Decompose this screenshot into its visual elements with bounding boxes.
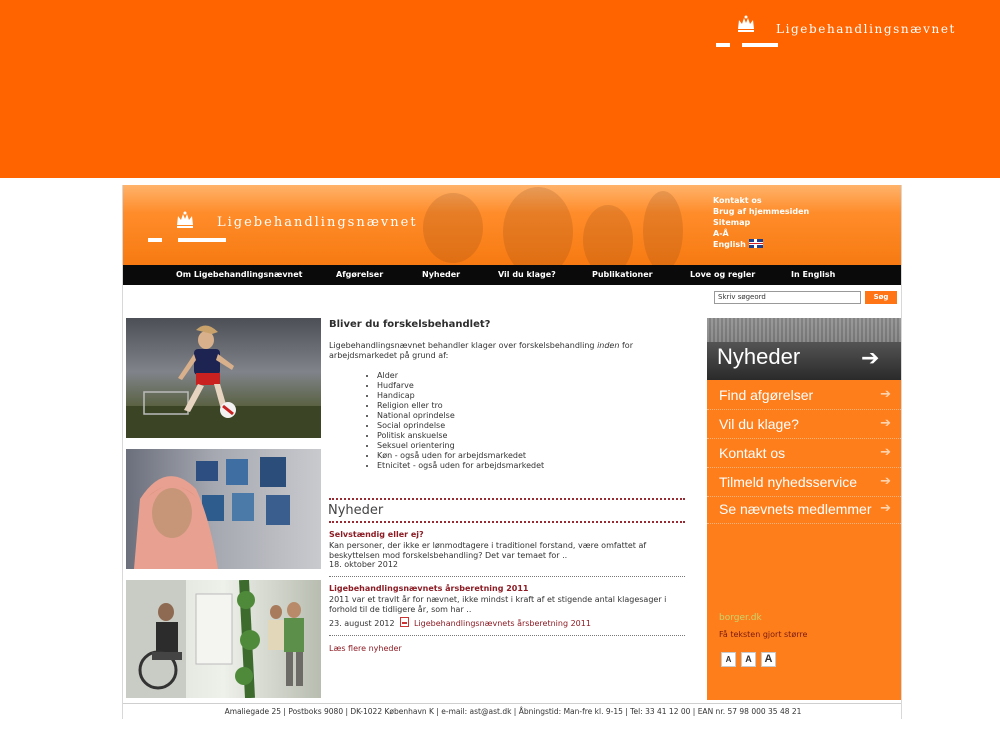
sidebar-link-members[interactable]: Se nævnets medlemmer ➔ <box>707 496 901 524</box>
photo-office-wheelchair <box>126 580 321 698</box>
list-item: Alder <box>377 371 544 381</box>
nav-english[interactable]: In English <box>791 270 835 279</box>
util-link-english[interactable]: English <box>713 239 809 250</box>
news-banner[interactable]: Nyheder ➔ <box>707 318 901 380</box>
arrow-right-icon: ➔ <box>880 387 891 402</box>
search-input[interactable]: Skriv søgeord <box>714 291 861 304</box>
more-news-link[interactable]: Læs flere nyheder <box>329 644 402 653</box>
list-item: Seksuel orientering <box>377 441 544 451</box>
util-link-english-label: English <box>713 240 746 249</box>
news-item-text: Kan personer, der ikke er lønmodtagere i… <box>329 541 647 560</box>
intro-text-emphasis: inden <box>597 341 620 350</box>
text-size-medium-button[interactable]: A <box>741 652 756 667</box>
list-item: Social oprindelse <box>377 421 544 431</box>
list-item: Religion eller tro <box>377 401 544 411</box>
nav-about[interactable]: Om Ligebehandlingsnævnet <box>176 270 303 279</box>
intro-text: Ligebehandlingsnævnet behandler klager o… <box>329 341 674 361</box>
sidebar-link-label: Tilmeld nyhedsservice <box>719 474 857 490</box>
divider <box>329 498 685 500</box>
intro-heading: Bliver du forskelsbehandlet? <box>329 319 491 330</box>
nav-decisions[interactable]: Afgørelser <box>336 270 383 279</box>
news-banner-label: Nyheder <box>717 344 801 369</box>
news-item-text: 2011 var et travlt år for nævnet, ikke m… <box>329 595 667 614</box>
brand-bars <box>148 238 228 242</box>
list-item: National oprindelse <box>377 411 544 421</box>
sidebar-link-label: Se nævnets medlemmer <box>719 501 872 517</box>
sidebar-link-complain[interactable]: Vil du klage? ➔ <box>707 411 901 439</box>
pdf-icon <box>400 617 409 627</box>
uk-flag-icon <box>748 239 763 248</box>
site-footer: Amaliegade 25 | Postboks 9080 | DK-1022 … <box>123 703 901 719</box>
arrow-right-icon: ➔ <box>861 346 880 371</box>
sidebar: Nyheder ➔ Find afgørelser ➔ Vil du klage… <box>707 318 901 700</box>
borger-dk-link[interactable]: borger.dk <box>719 613 762 623</box>
arrow-right-icon: ➔ <box>880 474 891 489</box>
crown-icon <box>736 15 756 33</box>
arrow-right-icon: ➔ <box>880 416 891 431</box>
website-screenshot: Ligebehandlingsnævnet Kontakt os Brug af… <box>122 185 902 719</box>
nav-publications[interactable]: Publikationer <box>592 270 653 279</box>
util-link-usage[interactable]: Brug af hjemmesiden <box>713 206 809 217</box>
intro-text-part-1: Ligebehandlingsnævnet behandler klager o… <box>329 341 598 350</box>
divider <box>329 635 685 636</box>
brand-title: Ligebehandlingsnævnet <box>776 22 956 36</box>
site-header: Ligebehandlingsnævnet Kontakt os Brug af… <box>123 185 901 265</box>
news-item-date: 18. oktober 2012 <box>329 560 399 569</box>
main-navigation: Om Ligebehandlingsnævnet Afgørelser Nyhe… <box>123 265 901 285</box>
list-item: Handicap <box>377 391 544 401</box>
util-link-a-z[interactable]: A-Å <box>713 228 809 239</box>
sidebar-link-label: Find afgørelser <box>719 387 814 403</box>
divider <box>329 521 685 523</box>
site-brand-title[interactable]: Ligebehandlingsnævnet <box>217 215 418 230</box>
text-size-small-button[interactable]: A <box>721 652 736 667</box>
util-link-contact[interactable]: Kontakt os <box>713 195 809 206</box>
sidebar-link-contact[interactable]: Kontakt os ➔ <box>707 440 901 468</box>
list-item: Køn - også uden for arbejdsmarkedet <box>377 451 544 461</box>
list-item: Hudfarve <box>377 381 544 391</box>
sidebar-link-newsletter[interactable]: Tilmeld nyhedsservice ➔ <box>707 469 901 497</box>
nav-complain[interactable]: Vil du klage? <box>498 270 556 279</box>
photo-soccer-player <box>126 318 321 438</box>
nav-news[interactable]: Nyheder <box>422 270 460 279</box>
annual-report-link[interactable]: Ligebehandlingsnævnets årsberetning 2011 <box>414 619 591 628</box>
crown-icon <box>175 211 195 229</box>
news-item-title[interactable]: Ligebehandlingsnævnets årsberetning 2011 <box>329 584 528 593</box>
search-button[interactable]: Søg <box>865 291 897 304</box>
top-banner: Ligebehandlingsnævnet <box>0 0 1000 178</box>
util-link-sitemap[interactable]: Sitemap <box>713 217 809 228</box>
list-item: Etnicitet - også uden for arbejdsmarkede… <box>377 461 544 471</box>
bigger-text-link[interactable]: Få teksten gjort større <box>719 630 807 639</box>
brand-bars <box>716 43 780 47</box>
news-heading: Nyheder <box>328 503 384 518</box>
photo-woman-headscarf <box>126 449 321 569</box>
nav-laws[interactable]: Love og regler <box>690 270 755 279</box>
list-item: Politisk anskuelse <box>377 431 544 441</box>
arrow-right-icon: ➔ <box>880 445 891 460</box>
utility-links: Kontakt os Brug af hjemmesiden Sitemap A… <box>713 195 809 250</box>
news-item-title[interactable]: Selvstændig eller ej? <box>329 530 424 539</box>
sidebar-link-find-decisions[interactable]: Find afgørelser ➔ <box>707 382 901 410</box>
text-size-large-button[interactable]: A <box>761 652 776 667</box>
discrimination-grounds-list: Alder Hudfarve Handicap Religion eller t… <box>377 371 544 471</box>
news-item-date: 23. august 2012 <box>329 619 395 628</box>
sidebar-link-label: Kontakt os <box>719 445 786 461</box>
sidebar-link-label: Vil du klage? <box>719 416 799 432</box>
arrow-right-icon: ➔ <box>880 501 891 516</box>
divider <box>329 576 685 577</box>
